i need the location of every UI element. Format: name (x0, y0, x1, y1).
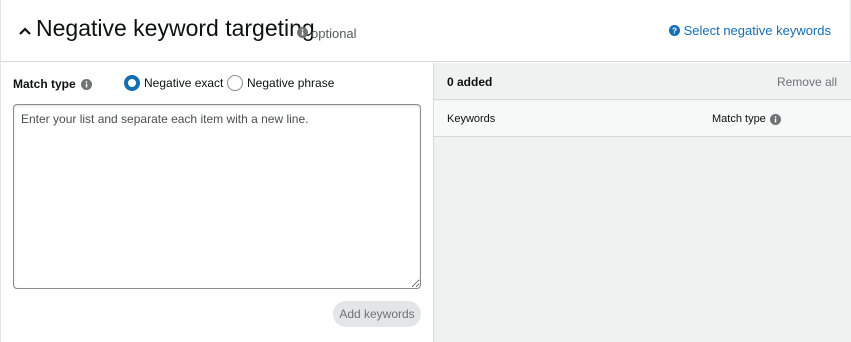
info-icon[interactable] (769, 113, 781, 125)
radio-button-checked[interactable] (124, 75, 140, 91)
match-type-label: Match type (13, 77, 92, 91)
optional-label: optional (311, 26, 357, 41)
keyword-entry-panel: Match type Negative exact Negative phras… (1, 63, 433, 342)
column-header-keywords: Keywords (447, 113, 496, 125)
radio-button-unchecked[interactable] (227, 75, 243, 91)
column-header-match-type: Match type (712, 113, 781, 125)
keywords-textarea[interactable] (13, 104, 421, 289)
radio-label: Negative exact (144, 76, 224, 90)
svg-text:?: ? (672, 26, 677, 35)
add-keywords-button[interactable]: Add keywords (333, 301, 421, 327)
match-type-text: Match type (13, 77, 76, 91)
added-keywords-panel: 0 added Remove all Keywords Match type (433, 63, 851, 342)
card-header: Negative keyword targeting optional ? Se… (1, 0, 850, 62)
radio-negative-phrase[interactable]: Negative phrase (227, 75, 334, 91)
negative-keyword-card: Negative keyword targeting optional ? Se… (0, 0, 851, 342)
remove-all-link[interactable]: Remove all (777, 75, 837, 89)
chevron-up-icon[interactable] (18, 26, 32, 36)
added-panel-header: 0 added Remove all (434, 63, 851, 100)
radio-negative-exact[interactable]: Negative exact (124, 75, 223, 91)
info-icon[interactable] (297, 27, 308, 38)
radio-label: Negative phrase (247, 76, 335, 90)
column-header-label: Match type (712, 113, 766, 125)
info-icon[interactable] (80, 78, 92, 90)
help-icon: ? (668, 25, 680, 36)
section-title: Negative keyword targeting (36, 15, 315, 41)
added-count: 0 added (447, 75, 493, 89)
help-link-label: Select negative keywords (683, 23, 831, 38)
select-negative-keywords-link[interactable]: ? Select negative keywords (668, 23, 831, 38)
keywords-table-header: Keywords Match type (434, 101, 851, 137)
